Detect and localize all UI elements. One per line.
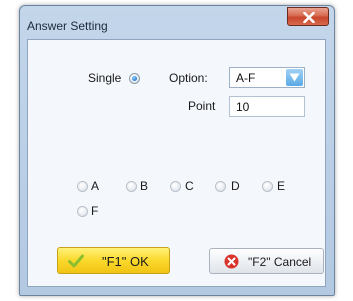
title-bar[interactable]: Answer Setting: [20, 6, 334, 39]
option-label: Option:: [169, 71, 208, 85]
choice-b-label: B: [140, 179, 149, 193]
window-title: Answer Setting: [27, 19, 108, 33]
close-button[interactable]: [287, 7, 329, 26]
dialog-body: Single Option: A-F Point 10 A B C D E F: [27, 39, 326, 287]
choice-f-radio[interactable]: [77, 206, 88, 217]
point-input[interactable]: 10: [229, 96, 305, 117]
close-icon: [303, 12, 315, 23]
choice-d-radio[interactable]: [215, 181, 226, 192]
option-selected-value: A-F: [236, 71, 256, 85]
choice-c-label: C: [185, 179, 194, 193]
choice-a-label: A: [91, 179, 100, 193]
choice-d-label: D: [231, 179, 240, 193]
choice-e-label: E: [277, 179, 286, 193]
single-radio[interactable]: [129, 73, 140, 84]
answer-setting-dialog: Answer Setting Single Option: A-F Point …: [19, 5, 335, 296]
ok-button-label: "F1" OK: [102, 254, 149, 269]
choice-e-radio[interactable]: [262, 181, 273, 192]
dropdown-button[interactable]: [286, 69, 303, 86]
error-x-icon: [224, 254, 239, 269]
chevron-down-icon: [289, 73, 300, 82]
ok-button[interactable]: "F1" OK: [57, 247, 170, 274]
choice-c-radio[interactable]: [170, 181, 181, 192]
point-label: Point: [188, 99, 216, 113]
choice-a-radio[interactable]: [77, 181, 88, 192]
option-select[interactable]: A-F: [229, 67, 305, 88]
cancel-button-label: "F2" Cancel: [248, 255, 312, 269]
cancel-button[interactable]: "F2" Cancel: [209, 248, 324, 274]
choice-f-label: F: [91, 204, 99, 218]
choice-b-radio[interactable]: [126, 181, 137, 192]
checkmark-icon: [68, 254, 84, 268]
single-label: Single: [88, 71, 122, 85]
